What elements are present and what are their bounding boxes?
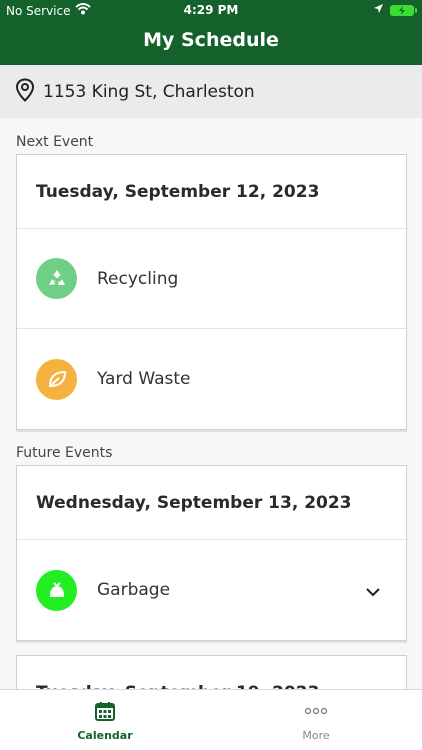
more-dots-icon [304, 707, 328, 725]
leaf-icon [36, 358, 77, 400]
event-item-recycling[interactable]: Recycling [17, 229, 406, 329]
location-arrow-icon [373, 3, 384, 17]
garbage-bag-icon [36, 569, 77, 611]
next-event-card: Tuesday, September 12, 2023 Recycling Ya… [16, 154, 407, 430]
status-time: 4:29 PM [183, 3, 239, 17]
location-pin-icon [15, 77, 35, 106]
top-bar: No Service 4:29 PM My Schedule [0, 0, 422, 65]
tab-more-label: More [302, 729, 330, 742]
address-bar[interactable]: 1153 King St, Charleston [0, 65, 422, 118]
event-date: Wednesday, September 13, 2023 [17, 466, 406, 540]
address-text: 1153 King St, Charleston [43, 81, 255, 102]
chevron-down-icon[interactable] [365, 582, 381, 601]
event-date: Tuesday, September 12, 2023 [17, 155, 406, 229]
next-event-label: Next Event [16, 134, 94, 150]
status-bar: No Service 4:29 PM [0, 0, 422, 22]
future-events-label: Future Events [16, 445, 113, 461]
event-item-garbage[interactable]: Garbage [17, 540, 406, 640]
event-item-label: Yard Waste [97, 369, 191, 389]
tab-calendar[interactable]: Calendar [55, 700, 155, 742]
event-item-label: Garbage [97, 580, 171, 600]
tab-more[interactable]: More [266, 700, 366, 742]
battery-charging-icon [390, 4, 417, 16]
tab-calendar-label: Calendar [77, 729, 133, 742]
calendar-icon [94, 702, 116, 725]
event-item-yard-waste[interactable]: Yard Waste [17, 329, 406, 429]
tab-bar: Calendar More [0, 689, 422, 750]
future-event-card: Wednesday, September 13, 2023 Garbage [16, 465, 407, 641]
page-title: My Schedule [143, 29, 279, 51]
event-item-label: Recycling [97, 268, 179, 289]
recycling-icon [36, 258, 77, 299]
